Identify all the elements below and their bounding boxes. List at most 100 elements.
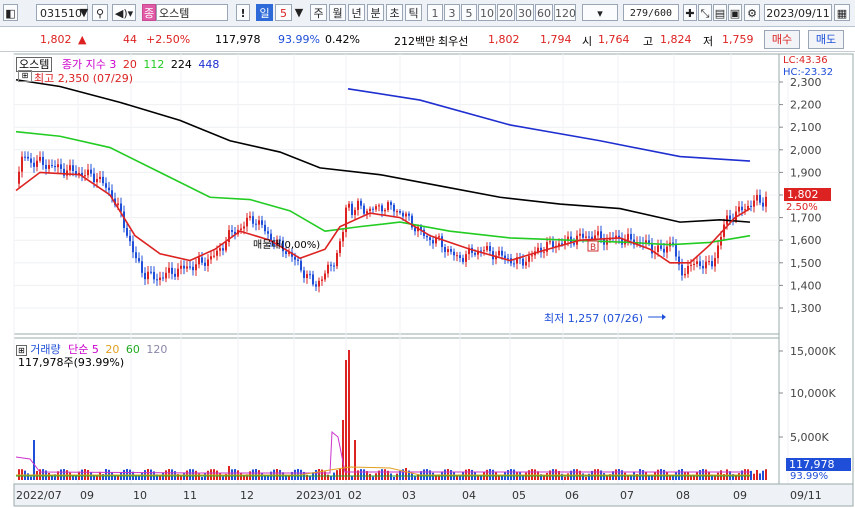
warning-button[interactable]: ! [236, 4, 250, 21]
candle-body [324, 273, 326, 280]
stock-name-field[interactable]: 오스템 [156, 4, 228, 21]
minute-button[interactable]: 5 [461, 4, 477, 21]
volume-bar [51, 476, 53, 480]
candle-body [729, 215, 731, 220]
candle-body [240, 228, 242, 230]
gear-icon[interactable]: ⚙ [744, 4, 760, 21]
candle-body [171, 267, 173, 274]
candle-body [267, 231, 269, 234]
candle-body [342, 231, 344, 242]
period-button[interactable]: 초 [386, 4, 403, 21]
candle-body [138, 258, 140, 262]
volume-bar [435, 476, 437, 480]
candle-body [177, 268, 179, 277]
candle-body [201, 257, 203, 263]
candle-body [204, 262, 206, 266]
minute-button[interactable]: 20 [497, 4, 515, 21]
candle-body [141, 261, 143, 273]
open-label: 시 [582, 35, 593, 48]
candle-body [60, 164, 62, 169]
minute-button[interactable]: 120 [554, 4, 576, 21]
candle-body [96, 178, 98, 183]
period-day-button[interactable]: 일 [256, 4, 273, 21]
candle-body [180, 265, 182, 269]
period-button[interactable]: 월 [329, 4, 346, 21]
sell-button[interactable]: 매도 [808, 30, 844, 49]
price-axis-label: 1,400 [790, 279, 822, 292]
best-quote-label: 최우선 [438, 35, 469, 48]
bar-count-field[interactable]: 279/600 [623, 4, 679, 21]
candle-body [252, 216, 254, 224]
unit-select[interactable]: ▾ [582, 4, 618, 21]
candle-body [705, 261, 707, 269]
speaker-icon[interactable]: ◀)▾ [112, 4, 136, 21]
volume-bar [336, 470, 338, 480]
candle-body [690, 264, 692, 266]
candle-body [552, 241, 554, 248]
x-axis-label: 07 [620, 489, 634, 502]
minute-button[interactable]: 30 [516, 4, 534, 21]
period-number[interactable]: 5 [275, 4, 292, 21]
search-icon[interactable]: ⚲ [92, 4, 108, 21]
window-icon[interactable]: ◧ [3, 4, 18, 21]
candle-body [102, 176, 104, 184]
period-button[interactable]: 틱 [405, 4, 422, 21]
bid-price: 1,794 [540, 33, 572, 46]
candle-body [294, 256, 296, 260]
minute-button[interactable]: 60 [535, 4, 553, 21]
candle-body [351, 203, 353, 215]
period-button[interactable]: 주 [310, 4, 327, 21]
candle-body [48, 165, 50, 169]
date-field[interactable]: 2023/09/11 [764, 4, 832, 21]
candle-body [696, 261, 698, 264]
candle-body [378, 205, 380, 207]
candle-body [525, 261, 527, 266]
candle-body [384, 210, 386, 212]
candle-body [528, 256, 530, 262]
grid-icon[interactable]: ⊞ [18, 70, 32, 82]
price-current: 1,802 [40, 33, 72, 46]
period-dropdown-icon[interactable]: ▼ [293, 4, 305, 21]
minute-button[interactable]: 10 [478, 4, 496, 21]
volume-panel-frame [13, 337, 780, 485]
candle-body [222, 248, 224, 251]
add-icon[interactable]: ✚ [683, 4, 697, 21]
candle-body [321, 279, 323, 281]
minute-button[interactable]: 1 [427, 4, 443, 21]
period-button[interactable]: 분 [367, 4, 384, 21]
buy-button[interactable]: 매수 [764, 30, 800, 49]
period-button[interactable]: 년 [348, 4, 365, 21]
calendar-icon[interactable]: ▦ [834, 4, 850, 21]
candle-body [261, 220, 263, 225]
volume-bar [738, 473, 740, 480]
candle-body [147, 271, 149, 280]
candle-body [762, 202, 764, 207]
candle-body [339, 241, 341, 254]
candle-body [531, 255, 533, 257]
minute-button[interactable]: 3 [444, 4, 460, 21]
candle-body [399, 211, 401, 213]
candle-body [744, 209, 746, 211]
candle-body [450, 249, 452, 252]
price-change-pct: +2.50% [146, 33, 191, 46]
volume-ratio: 93.99% [278, 33, 320, 46]
candle-body [717, 245, 719, 259]
candle-body [198, 257, 200, 265]
candle-body [408, 213, 410, 216]
candle-body [459, 255, 461, 259]
candle-body [186, 266, 188, 269]
disk-icon[interactable]: ▣ [728, 4, 742, 21]
code-dropdown-icon[interactable]: ▼ [78, 4, 90, 21]
volume-bar [390, 473, 392, 480]
candle-body [303, 270, 305, 278]
current-volume-pct: 93.99% [790, 471, 829, 482]
save-icon[interactable]: ▤ [713, 4, 727, 21]
candle-body [363, 205, 365, 214]
candle-body [99, 176, 101, 179]
stock-chart[interactable]: 2,3002,2002,1002,0001,9001,8001,7001,600… [0, 52, 855, 508]
volume-bar [27, 473, 29, 480]
candle-body [72, 165, 74, 172]
zoom-icon[interactable]: ⤡ [698, 4, 712, 21]
low-note: 최저 1,257 (07/26) [544, 312, 644, 325]
candle-body [657, 245, 659, 252]
